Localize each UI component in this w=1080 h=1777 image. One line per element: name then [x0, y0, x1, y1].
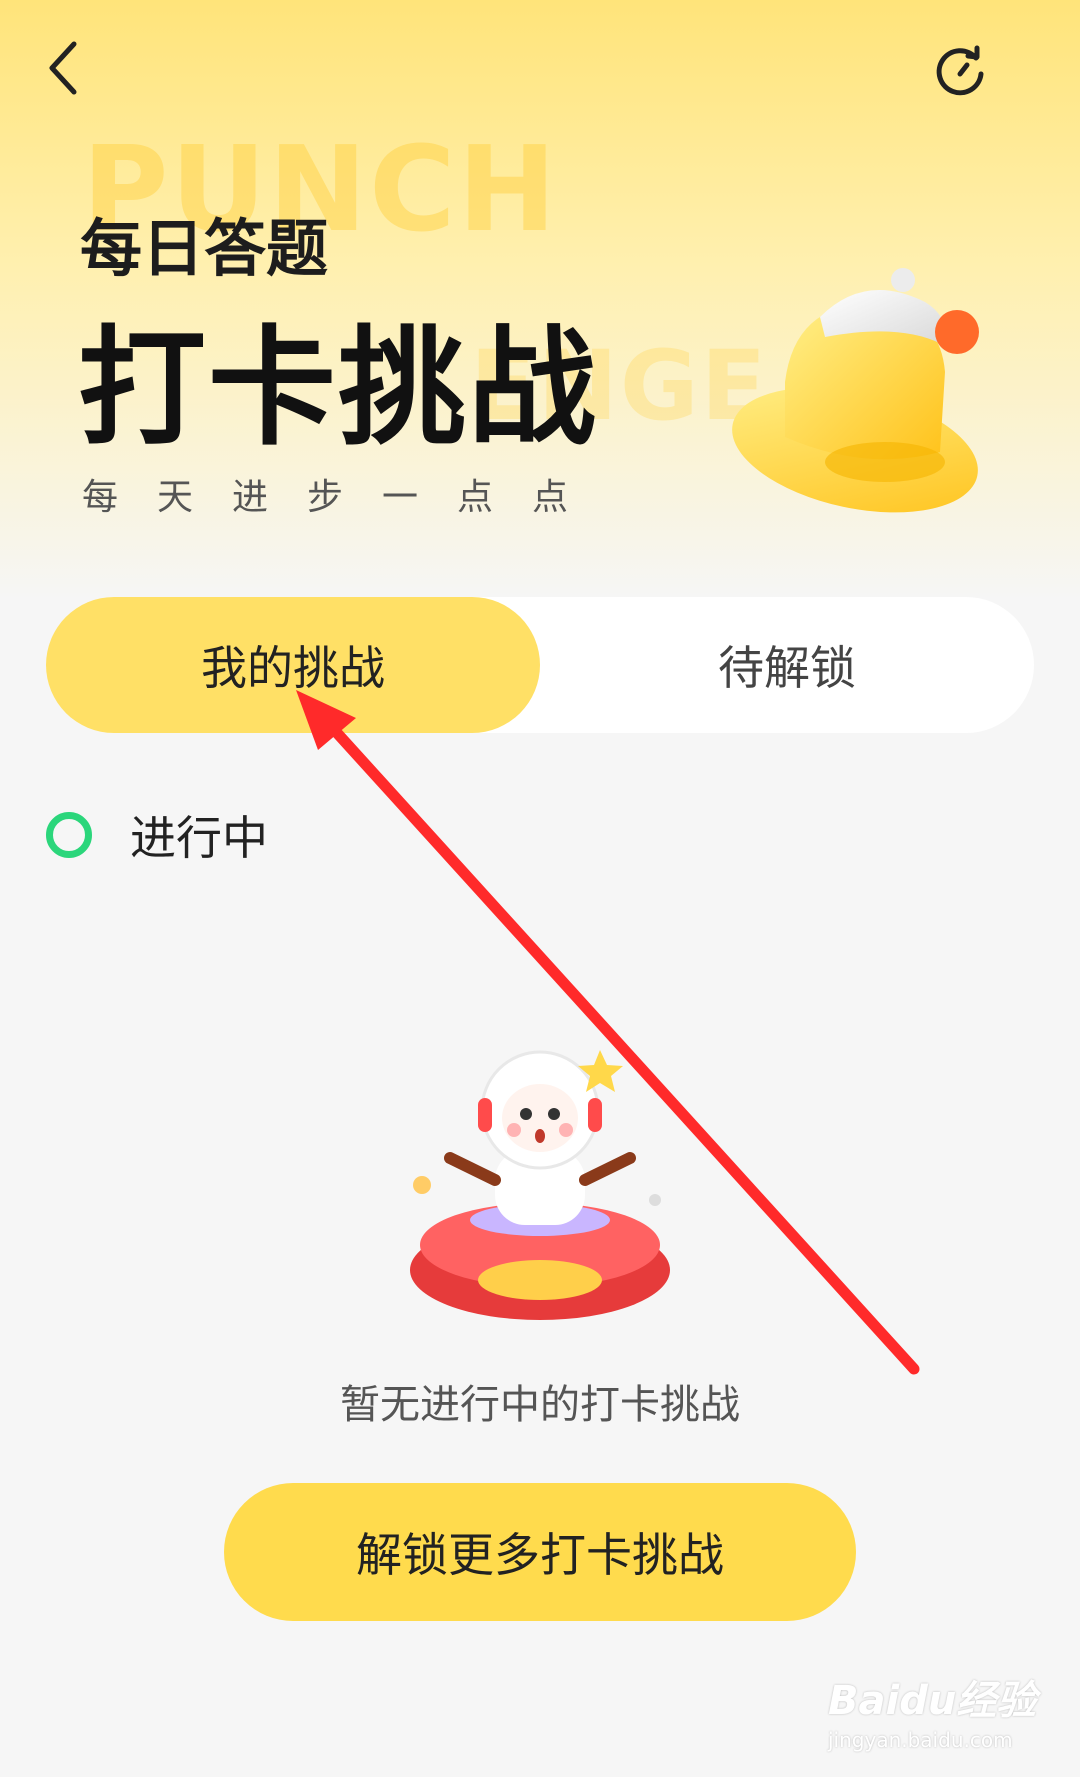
- history-button[interactable]: [932, 44, 988, 100]
- tab-my-challenges[interactable]: 我的挑战: [46, 597, 540, 733]
- page-title: 打卡挑战: [78, 314, 599, 463]
- hero-slogan: 每天进步一点点: [82, 477, 608, 518]
- watermark: Baidu经验 jingyan.baidu.com: [828, 1668, 1058, 1768]
- bell-illustration: [725, 262, 995, 527]
- status-ring-icon: [46, 812, 92, 858]
- status-section: 进行中: [46, 800, 268, 870]
- watermark-logo: Baidu经验: [828, 1678, 1037, 1724]
- tab-label: 我的挑战: [201, 641, 385, 695]
- unlock-more-label: 解锁更多打卡挑战: [356, 1528, 724, 1582]
- tab-to-unlock[interactable]: 待解锁: [540, 597, 1034, 733]
- chevron-left-icon: [49, 41, 77, 95]
- astronaut-ufo-icon: [410, 1050, 670, 1320]
- empty-state-illustration: [400, 1040, 690, 1330]
- back-button[interactable]: [40, 38, 92, 98]
- tab-label: 待解锁: [718, 641, 856, 695]
- hero-subtitle: 每日答题: [80, 212, 329, 285]
- history-icon: [936, 45, 984, 96]
- bell-icon: [732, 268, 979, 513]
- empty-state-text: 暂无进行中的打卡挑战: [340, 1382, 740, 1428]
- status-label: 进行中: [130, 811, 268, 865]
- watermark-url: jingyan.baidu.com: [828, 1728, 1013, 1752]
- unlock-more-button[interactable]: 解锁更多打卡挑战: [224, 1483, 856, 1621]
- tab-bar: 我的挑战 待解锁: [46, 597, 1034, 733]
